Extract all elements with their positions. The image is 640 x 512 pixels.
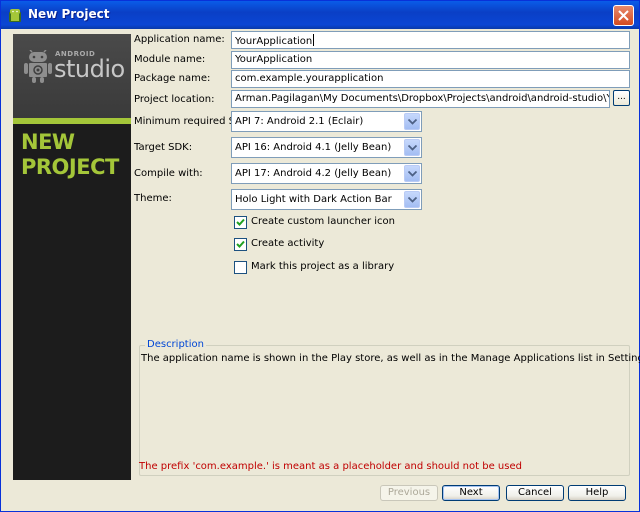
sidebar-heading-line2: PROJECT — [21, 155, 119, 179]
logo-studio-text: studio — [54, 55, 125, 83]
compile-with-value: API 17: Android 4.2 (Jelly Bean) — [235, 168, 392, 179]
sidebar-heading: NEW PROJECT — [21, 130, 119, 180]
window-title: New Project — [28, 7, 110, 21]
close-icon — [618, 10, 629, 21]
chevron-down-icon[interactable] — [404, 165, 420, 182]
chevron-down-icon[interactable] — [404, 113, 420, 130]
title-bar[interactable]: New Project — [1, 1, 639, 29]
text-caret — [313, 34, 315, 46]
package-name-label: Package name: — [134, 73, 211, 84]
description-panel: Description The application name is show… — [139, 339, 640, 476]
next-button[interactable]: Next — [442, 485, 500, 501]
sidebar-banner: ANDROID studio NEW PROJECT — [13, 34, 131, 480]
warning-message: The prefix 'com.example.' is meant as a … — [139, 461, 522, 472]
studio-logo: ANDROID studio — [13, 34, 131, 118]
cancel-button[interactable]: Cancel — [506, 485, 564, 501]
compile-with-select[interactable]: API 17: Android 4.2 (Jelly Bean) — [231, 163, 422, 184]
module-name-label: Module name: — [134, 54, 206, 65]
theme-select[interactable]: Holo Light with Dark Action Bar — [231, 189, 422, 210]
sidebar-accent-bar — [13, 118, 131, 124]
chevron-down-icon[interactable] — [404, 191, 420, 208]
project-location-label: Project location: — [134, 94, 215, 105]
project-location-value: Arman.Pagilagan\My Documents\Dropbox\Pro… — [235, 93, 609, 104]
package-name-value: com.example.yourapplication — [235, 73, 384, 84]
android-studio-icon — [7, 7, 23, 23]
new-project-window: New Project ANDROID studio NEW PROJECT A… — [0, 0, 640, 512]
library-label[interactable]: Mark this project as a library — [251, 261, 394, 272]
browse-button[interactable]: ... — [613, 90, 630, 106]
close-button[interactable] — [613, 5, 634, 26]
theme-label: Theme: — [134, 193, 172, 204]
application-name-input[interactable]: YourApplication — [231, 31, 630, 49]
module-name-input[interactable]: YourApplication — [231, 51, 630, 69]
theme-value: Holo Light with Dark Action Bar — [235, 194, 392, 205]
compile-with-label: Compile with: — [134, 168, 203, 179]
description-text: The application name is shown in the Pla… — [141, 353, 640, 364]
project-location-input[interactable]: Arman.Pagilagan\My Documents\Dropbox\Pro… — [231, 90, 610, 108]
target-sdk-label: Target SDK: — [134, 142, 193, 153]
dialog-content: ANDROID studio NEW PROJECT Application n… — [5, 30, 640, 508]
custom-launcher-icon-label[interactable]: Create custom launcher icon — [251, 216, 395, 227]
description-title: Description — [145, 339, 206, 350]
check-icon — [236, 218, 245, 226]
check-icon — [236, 240, 245, 248]
package-name-input[interactable]: com.example.yourapplication — [231, 70, 630, 88]
create-activity-label[interactable]: Create activity — [251, 238, 324, 249]
library-checkbox[interactable] — [234, 261, 247, 274]
previous-button[interactable]: Previous — [380, 485, 438, 501]
application-name-label: Application name: — [134, 34, 225, 45]
module-name-value: YourApplication — [235, 54, 313, 65]
sidebar-heading-line1: NEW — [21, 130, 75, 154]
min-sdk-value: API 7: Android 2.1 (Eclair) — [235, 116, 364, 127]
target-sdk-value: API 16: Android 4.1 (Jelly Bean) — [235, 142, 392, 153]
application-name-value: YourApplication — [235, 36, 313, 47]
create-activity-checkbox[interactable] — [234, 238, 247, 251]
custom-launcher-icon-checkbox[interactable] — [234, 216, 247, 229]
android-robot-icon — [24, 49, 52, 87]
chevron-down-icon[interactable] — [404, 139, 420, 156]
help-button[interactable]: Help — [568, 485, 626, 501]
target-sdk-select[interactable]: API 16: Android 4.1 (Jelly Bean) — [231, 137, 422, 158]
min-sdk-select[interactable]: API 7: Android 2.1 (Eclair) — [231, 111, 422, 132]
